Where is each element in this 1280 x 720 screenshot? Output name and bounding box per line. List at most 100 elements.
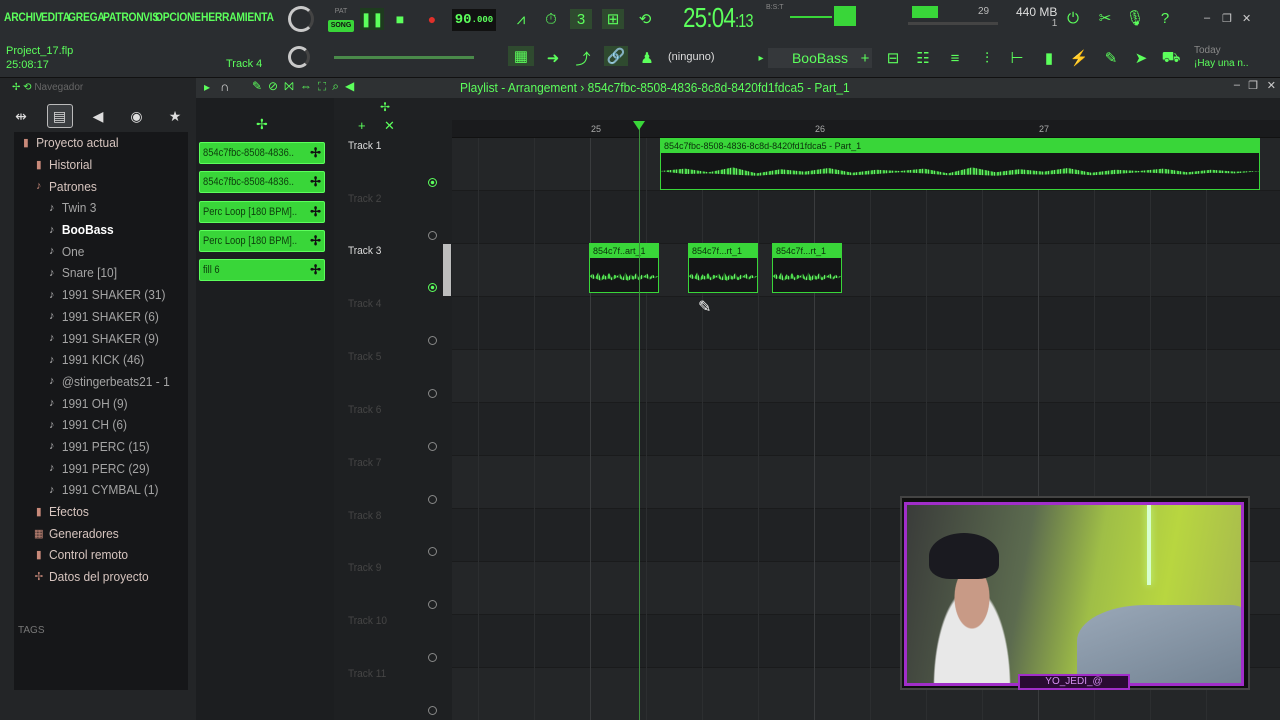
track-mute-led[interactable] [428, 389, 437, 398]
tree-item-pattern[interactable]: ♪ 1991 PERC (29) [14, 457, 174, 479]
timeline-ruler[interactable]: 25 26 27 [452, 120, 1280, 138]
picker-clip[interactable]: Perc Loop [180 BPM].. ✢ [199, 201, 325, 223]
tree-item-generadores[interactable]: ▦ Generadores [14, 522, 174, 544]
maximize-icon[interactable]: ❐ [1222, 12, 1232, 25]
file-browser-tab-icon[interactable]: ▤ [46, 104, 73, 128]
menu-patron[interactable]: PATRON [103, 10, 146, 24]
tool-icons[interactable]: ✎⊘⨝⇔⛶⌕◀ [252, 79, 360, 94]
main-pitch-slider[interactable] [334, 56, 474, 59]
menu-agrega[interactable]: GREGA [68, 10, 107, 24]
tree-item-pattern[interactable]: ♪ Twin 3 [14, 197, 174, 219]
tree-item-pattern-selected[interactable]: ♪ BooBass [14, 219, 174, 241]
tree-item-pattern[interactable]: ♪ 1991 KICK (46) [14, 349, 174, 371]
tree-item-pattern[interactable]: ♪ Snare [10] [14, 262, 174, 284]
master-pitch-knob[interactable] [288, 46, 310, 68]
master-level-slider[interactable] [908, 22, 998, 25]
track-lane[interactable] [452, 191, 1280, 244]
add-pattern-icon[interactable]: + [854, 48, 876, 68]
tree-icon[interactable]: ⊢ [1006, 48, 1028, 68]
tree-item-historial[interactable]: ▮ Historial [14, 154, 174, 176]
picker-wave-icon[interactable]: ✢ [256, 116, 268, 133]
tempo-display[interactable]: 90.000 [452, 9, 496, 31]
globe-icon[interactable]: ◉ [124, 104, 150, 128]
audio-clip[interactable]: 854c7f..art_1 [589, 243, 659, 293]
track-mute-led[interactable] [428, 547, 437, 556]
snap-selector[interactable]: (ninguno) [668, 51, 714, 63]
picker-clip[interactable]: Perc Loop [180 BPM].. ✢ [199, 230, 325, 252]
tree-item-pattern[interactable]: ♪ 1991 CYMBAL (1) [14, 479, 174, 501]
audio-clip[interactable]: 854c7f...rt_1 [772, 243, 842, 293]
menu-opciones[interactable]: OPCIONE [155, 10, 203, 24]
step-edit-icon[interactable]: ⊞ [602, 9, 624, 29]
track-mute-led[interactable] [428, 178, 437, 187]
track-mute-led[interactable] [428, 600, 437, 609]
audio-clip[interactable]: 854c7f...rt_1 [688, 243, 758, 293]
link-icon[interactable]: 🔗 [604, 46, 628, 66]
magnet-icon[interactable]: ∩ [220, 79, 229, 94]
tree-item-pattern[interactable]: ♪ @stingerbeats21 - 1 [14, 371, 174, 393]
track-mute-led[interactable] [428, 283, 437, 292]
remove-track-icon[interactable]: ✕ [384, 118, 395, 134]
minimize-icon[interactable]: – [1204, 12, 1210, 24]
zoom-icon[interactable]: ✢ [380, 100, 390, 114]
track-lane[interactable] [452, 244, 1280, 297]
menu-archivo[interactable]: ARCHIV [4, 10, 45, 24]
track-name[interactable]: Track 2 [348, 193, 381, 205]
track-name[interactable]: Track 1 [348, 140, 381, 152]
news-panel[interactable]: Today ¡Hay una n.. [1194, 44, 1248, 70]
playlist-close-icon[interactable]: ✕ [1267, 79, 1276, 92]
tree-item-pattern[interactable]: ♪ 1991 OH (9) [14, 392, 174, 414]
track-lane[interactable] [452, 297, 1280, 350]
record-button[interactable]: ● [420, 8, 444, 30]
track-mute-led[interactable] [428, 495, 437, 504]
help-icon[interactable]: ? [1154, 8, 1176, 28]
pat-song-toggle[interactable]: PAT SONG [328, 6, 354, 32]
tree-item-pattern[interactable]: ♪ 1991 SHAKER (31) [14, 284, 174, 306]
picker-clip[interactable]: 854c7fbc-8508-4836.. ✢ [199, 142, 325, 164]
picker-clip[interactable]: 854c7fbc-8508-4836.. ✢ [199, 171, 325, 193]
track-mute-led[interactable] [428, 706, 437, 715]
tree-item-proyecto[interactable]: ▮ Proyecto actual [14, 132, 174, 154]
brush-icon[interactable]: ⤴ [572, 48, 594, 68]
playhead-line[interactable] [639, 124, 640, 720]
track-mute-led[interactable] [428, 442, 437, 451]
tags-label[interactable]: TAGS [18, 625, 44, 636]
metronome-icon[interactable]: ⩘ [510, 9, 532, 29]
stop-button[interactable]: ■ [388, 8, 412, 30]
stamp-icon[interactable]: ♟ [636, 48, 658, 68]
export-icon[interactable]: ➤ [1130, 48, 1152, 68]
playlist-icon[interactable]: ⊟ [882, 48, 904, 68]
track-mute-led[interactable] [428, 231, 437, 240]
tree-item-datos-proyecto[interactable]: ✢ Datos del proyecto [14, 566, 174, 588]
tree-item-control-remoto[interactable]: ▮ Control remoto [14, 544, 174, 566]
countdown-icon[interactable]: 3 [570, 9, 592, 29]
wand-icon[interactable]: ✎ [1100, 48, 1122, 68]
playlist-maximize-icon[interactable]: ❐ [1248, 79, 1258, 92]
file-icon[interactable]: ▮ [1038, 48, 1060, 68]
microphone-icon[interactable]: 🎙 [1124, 8, 1146, 28]
loop-record-icon[interactable]: ⟲ [634, 9, 656, 29]
star-icon[interactable]: ★ [162, 104, 188, 128]
cart-icon[interactable]: ⛟ [1160, 48, 1182, 68]
tree-item-efectos[interactable]: ▮ Efectos [14, 501, 174, 523]
piano-roll-icon[interactable]: ▦ [508, 46, 534, 66]
track-name[interactable]: Track 3 [348, 245, 381, 257]
track-name[interactable]: Track 9 [348, 562, 381, 574]
track-mute-led[interactable] [428, 336, 437, 345]
track-name[interactable]: Track 11 [348, 668, 386, 680]
tree-item-pattern[interactable]: ♪ One [14, 240, 174, 262]
tree-item-pattern[interactable]: ♪ 1991 CH (6) [14, 414, 174, 436]
mixer-icon[interactable]: ≡ [944, 48, 966, 68]
channel-rack-icon[interactable]: ☷ [912, 48, 934, 68]
power-icon[interactable]: ⏻ [1062, 8, 1084, 28]
tree-item-pattern[interactable]: ♪ 1991 SHAKER (9) [14, 327, 174, 349]
track-name[interactable]: Track 6 [348, 404, 381, 416]
track-name[interactable]: Track 7 [348, 457, 381, 469]
track-lane[interactable] [452, 350, 1280, 403]
pause-button[interactable]: ❚❚ [360, 8, 384, 30]
tree-item-pattern[interactable]: ♪ 1991 SHAKER (6) [14, 306, 174, 328]
tree-item-pattern[interactable]: ♪ 1991 PERC (15) [14, 436, 174, 458]
master-volume-knob[interactable] [288, 6, 314, 32]
arrow-icon[interactable]: ➜ [542, 48, 564, 68]
add-track-icon[interactable]: + [358, 118, 366, 133]
